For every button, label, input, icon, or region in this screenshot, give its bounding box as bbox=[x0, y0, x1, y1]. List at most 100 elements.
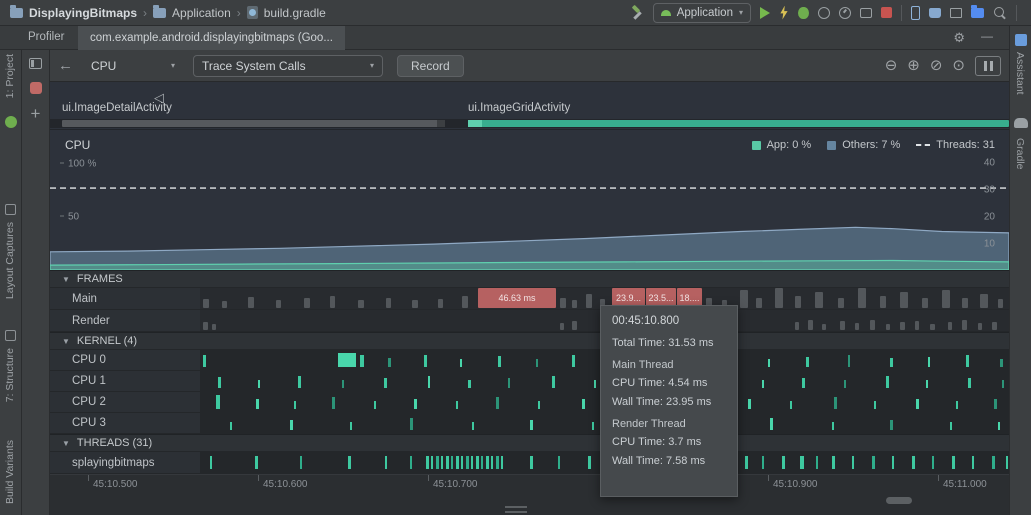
horizontal-scrollbar[interactable] bbox=[886, 497, 912, 504]
kernel-activity-bar[interactable] bbox=[203, 355, 206, 367]
kernel-activity-bar[interactable] bbox=[956, 401, 958, 409]
frame-bar[interactable] bbox=[462, 296, 468, 308]
frame-bar[interactable] bbox=[978, 323, 982, 330]
kernel-activity-bar[interactable] bbox=[538, 401, 540, 409]
thread-activity-bar[interactable] bbox=[872, 456, 875, 469]
gear-icon[interactable]: ⚙ bbox=[953, 30, 965, 46]
kernel-activity-bar[interactable] bbox=[290, 420, 293, 430]
kernel-activity-bar[interactable] bbox=[230, 422, 232, 430]
thread-activity-bar[interactable] bbox=[255, 456, 258, 469]
kernel-activity-bar[interactable] bbox=[428, 376, 430, 388]
captures-icon[interactable] bbox=[5, 204, 16, 215]
thread-activity-bar[interactable] bbox=[486, 456, 489, 469]
kernel-activity-bar[interactable] bbox=[332, 397, 335, 409]
thread-activity-bar[interactable] bbox=[588, 456, 591, 469]
zoom-in-button[interactable]: ⊕ bbox=[907, 58, 920, 73]
frame-bar[interactable] bbox=[915, 321, 919, 330]
thread-activity-bar[interactable] bbox=[441, 456, 443, 469]
frame-bar[interactable] bbox=[560, 323, 564, 330]
kernel-activity-bar[interactable] bbox=[592, 422, 594, 430]
new-session-button[interactable]: + bbox=[31, 107, 41, 121]
kernel-activity-bar[interactable] bbox=[594, 380, 596, 388]
frame-bar[interactable] bbox=[948, 322, 952, 330]
kernel-activity-bar[interactable] bbox=[424, 355, 427, 367]
kernel-activity-bar[interactable] bbox=[342, 380, 344, 388]
kernel-activity-bar[interactable] bbox=[530, 420, 533, 430]
thread-activity-bar[interactable] bbox=[481, 456, 483, 469]
thread-activity-bar[interactable] bbox=[491, 456, 493, 469]
kernel-activity-bar[interactable] bbox=[968, 378, 971, 388]
thread-activity-bar[interactable] bbox=[446, 456, 449, 469]
cpu-usage-chart[interactable]: CPU App: 0 % Others: 7 % Threads: 31 100… bbox=[50, 130, 1009, 270]
frame-bar[interactable] bbox=[795, 322, 799, 330]
frame-bar[interactable] bbox=[795, 296, 801, 308]
back-button[interactable]: ← bbox=[58, 57, 73, 74]
kernel-activity-bar[interactable] bbox=[216, 395, 220, 409]
attach-debugger-icon[interactable] bbox=[860, 8, 872, 18]
thread-activity-bar[interactable] bbox=[410, 456, 412, 469]
frame-bar[interactable] bbox=[330, 296, 335, 308]
kernel-activity-bar[interactable] bbox=[508, 378, 510, 388]
minimize-icon[interactable]: — bbox=[981, 29, 993, 43]
session-indicator-icon[interactable] bbox=[30, 82, 42, 94]
frame-bar[interactable] bbox=[962, 298, 968, 308]
run-config-dropdown[interactable]: Application ▾ bbox=[653, 3, 751, 23]
kernel-activity-bar[interactable] bbox=[926, 380, 928, 388]
thread-activity-bar[interactable] bbox=[476, 456, 479, 469]
kernel-activity-bar[interactable] bbox=[890, 420, 893, 430]
activity-bar-grid[interactable] bbox=[468, 120, 1009, 127]
kernel-activity-bar[interactable] bbox=[844, 380, 846, 388]
thread-activity-bar[interactable] bbox=[210, 456, 212, 469]
thread-activity-bar[interactable] bbox=[426, 456, 429, 469]
kernel-activity-bar[interactable] bbox=[834, 397, 837, 409]
kernel-activity-bar[interactable] bbox=[384, 378, 387, 388]
kernel-activity-bar[interactable] bbox=[966, 355, 969, 367]
tool-button-assistant[interactable]: Assistant bbox=[1014, 52, 1026, 95]
thread-activity-bar[interactable] bbox=[782, 456, 785, 469]
thread-activity-bar[interactable] bbox=[466, 456, 469, 469]
frame-bar[interactable] bbox=[900, 292, 908, 308]
kernel-activity-bar[interactable] bbox=[790, 401, 792, 409]
breadcrumb-project[interactable]: DisplayingBitmaps bbox=[29, 6, 137, 20]
kernel-activity-bar[interactable] bbox=[468, 380, 471, 388]
frame-bar[interactable] bbox=[815, 292, 823, 308]
resize-grip[interactable] bbox=[505, 506, 527, 513]
profiler-type-dropdown[interactable]: CPU ▾ bbox=[87, 59, 179, 73]
frame-bar[interactable] bbox=[840, 321, 845, 330]
kernel-activity-bar[interactable] bbox=[256, 399, 259, 409]
breadcrumb-file[interactable]: build.gradle bbox=[264, 6, 326, 20]
tool-button-project[interactable]: 1: Project bbox=[4, 54, 16, 98]
thread-activity-bar[interactable] bbox=[816, 456, 818, 469]
reset-zoom-button[interactable]: ⊘ bbox=[930, 58, 943, 73]
thread-activity-bar[interactable] bbox=[385, 456, 387, 469]
kernel-section-header[interactable]: ▼ KERNEL (4) bbox=[50, 332, 1009, 350]
apply-changes-icon[interactable] bbox=[779, 6, 789, 20]
kernel-activity-bar[interactable] bbox=[496, 397, 499, 409]
thread-activity-bar[interactable] bbox=[1006, 456, 1008, 469]
kernel-activity-bar[interactable] bbox=[802, 378, 805, 388]
pause-live-button[interactable] bbox=[975, 56, 1001, 76]
profile-button[interactable] bbox=[839, 7, 851, 19]
frame-bar[interactable] bbox=[212, 324, 216, 330]
kernel-activity-bar[interactable] bbox=[832, 422, 834, 430]
kernel-activity-bar[interactable] bbox=[456, 401, 458, 409]
kernel-activity-bar[interactable] bbox=[848, 355, 850, 367]
debug-button[interactable] bbox=[798, 7, 809, 19]
frame-bar[interactable] bbox=[858, 288, 866, 308]
frame-bar[interactable] bbox=[222, 301, 227, 308]
thread-activity-bar[interactable] bbox=[456, 456, 459, 469]
frame-bar[interactable] bbox=[822, 324, 826, 330]
build-hammer-icon[interactable] bbox=[630, 6, 644, 20]
kernel-activity-bar[interactable] bbox=[552, 376, 555, 388]
frame-bar[interactable] bbox=[808, 320, 813, 330]
frame-bar[interactable] bbox=[930, 324, 935, 330]
kernel-activity-bar[interactable] bbox=[748, 399, 751, 409]
frame-bar[interactable] bbox=[886, 324, 890, 330]
zoom-out-button[interactable]: ⊖ bbox=[885, 58, 898, 73]
frame-bar[interactable] bbox=[756, 298, 762, 308]
frame-bar[interactable] bbox=[304, 298, 310, 308]
kernel-activity-bar[interactable] bbox=[536, 359, 538, 367]
kernel-activity-bar[interactable] bbox=[874, 401, 876, 409]
kernel-activity-bar[interactable] bbox=[998, 422, 1000, 430]
device-explorer-icon[interactable] bbox=[950, 8, 962, 18]
